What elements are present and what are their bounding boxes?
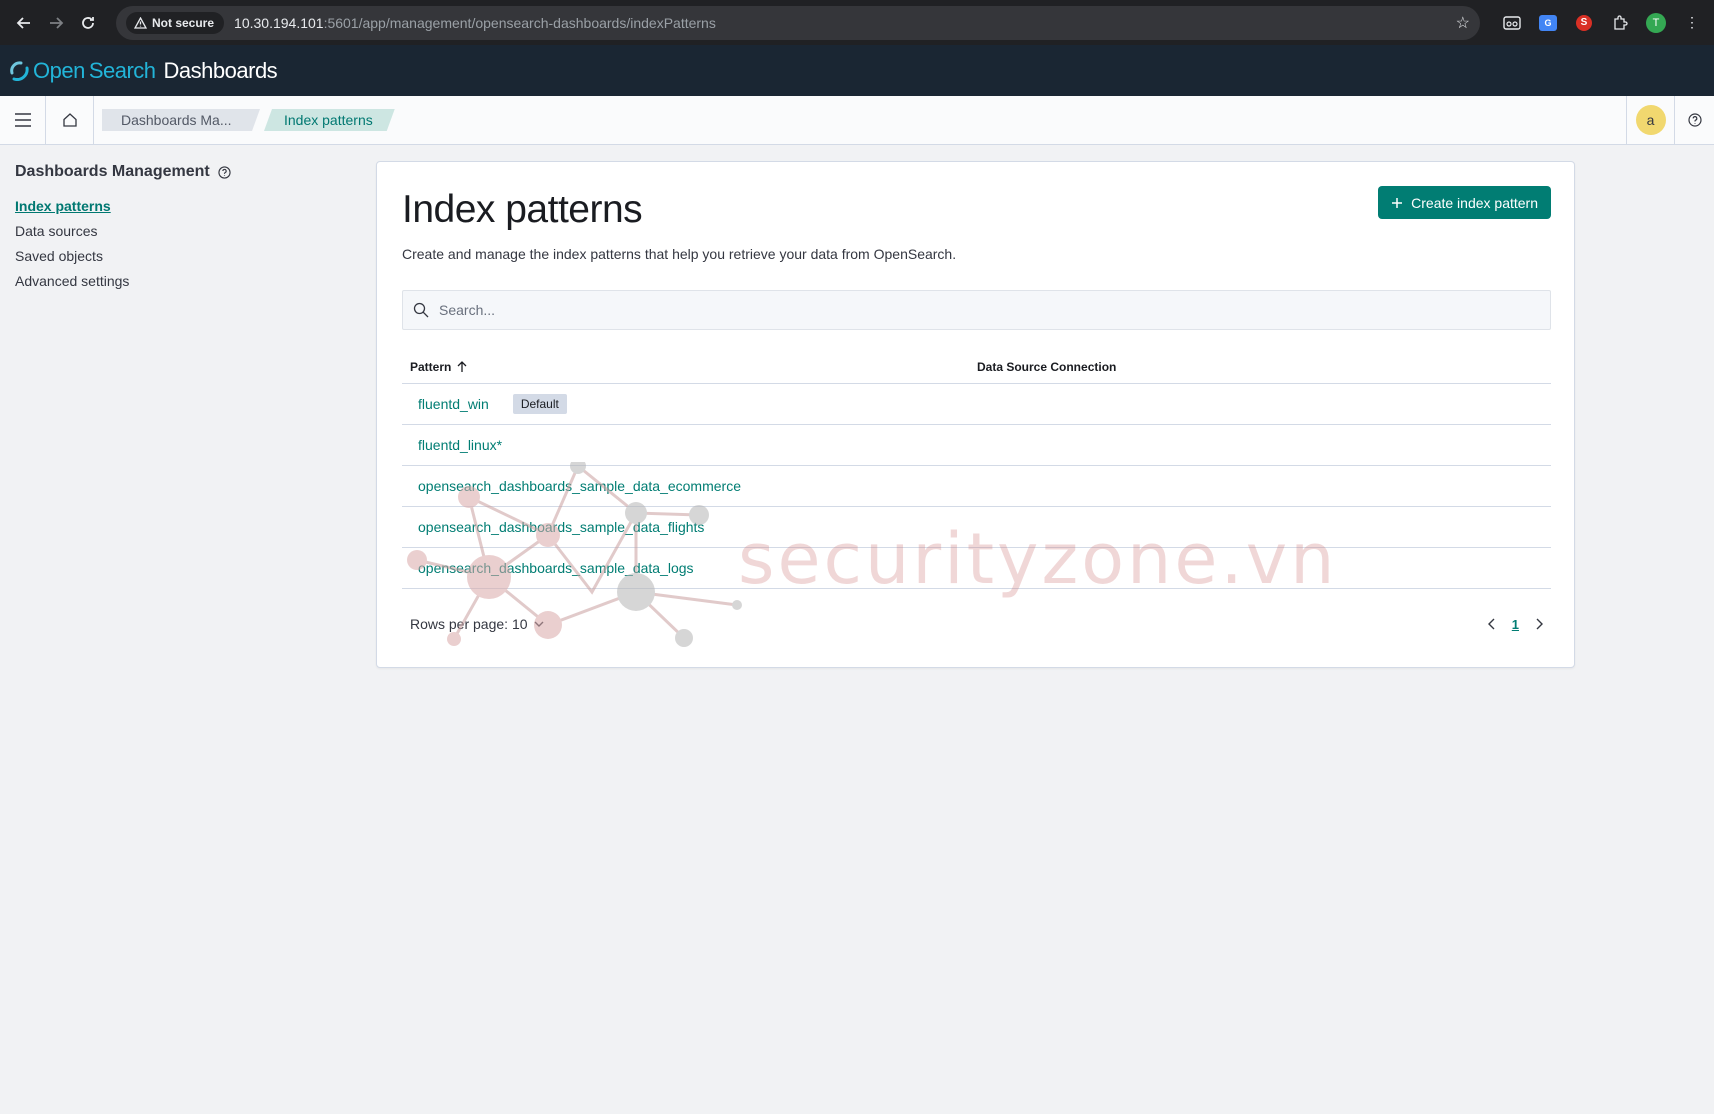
arrow-right-icon <box>50 16 64 29</box>
page-title: Index patterns <box>402 188 643 231</box>
url-path: :5601/app/management/opensearch-dashboar… <box>323 14 716 31</box>
opensearch-logo[interactable]: Open Search Dashboards <box>9 58 278 84</box>
plus-icon <box>1392 197 1403 208</box>
menu-button[interactable] <box>0 96 46 144</box>
avatar: a <box>1635 105 1666 135</box>
index-pattern-link[interactable]: opensearch_dashboards_sample_data_ecomme… <box>402 478 741 494</box>
extensions-puzzle-icon[interactable] <box>1606 9 1634 37</box>
incognito-extension-icon[interactable] <box>1498 9 1526 37</box>
not-secure-chip[interactable]: Not secure <box>126 11 225 34</box>
chevron-left-icon[interactable] <box>1487 618 1496 630</box>
index-pattern-link[interactable]: fluentd_win <box>402 396 489 412</box>
index-patterns-panel: Index patterns Create and manage the ind… <box>376 161 1575 668</box>
s-extension-icon[interactable]: S <box>1570 9 1598 37</box>
help-button[interactable] <box>1674 96 1714 144</box>
bookmark-star-icon[interactable]: ☆ <box>1456 13 1470 33</box>
index-pattern-link[interactable]: fluentd_linux* <box>402 437 502 453</box>
browser-menu-icon[interactable]: ⋮ <box>1678 9 1706 37</box>
search-icon <box>413 302 429 318</box>
url-host: 10.30.194.101 <box>234 14 324 31</box>
browser-toolbar: Not secure 10.30.194.101:5601/app/manage… <box>0 0 1714 45</box>
pagination: 1 <box>1487 617 1543 632</box>
user-menu[interactable]: a <box>1626 96 1674 144</box>
hamburger-icon <box>14 113 31 127</box>
sidebar-item-index-patterns[interactable]: Index patterns <box>15 194 315 219</box>
profile-button[interactable]: T <box>1642 9 1670 37</box>
sidebar-item-advanced-settings[interactable]: Advanced settings <box>15 269 315 294</box>
chevron-right-icon[interactable] <box>1535 618 1543 630</box>
breadcrumb-dashboards-management[interactable]: Dashboards Ma... <box>102 109 260 131</box>
address-bar[interactable]: Not secure 10.30.194.101:5601/app/manage… <box>116 5 1480 40</box>
chevron-down-icon <box>534 621 544 627</box>
breadcrumb-bar: Dashboards Ma... Index patterns a <box>0 96 1714 145</box>
breadcrumb-index-patterns: Index patterns <box>264 109 395 131</box>
table-row: fluentd_win Default <box>402 384 1551 425</box>
sidebar: Dashboards Management Index patterns Dat… <box>15 163 315 294</box>
index-patterns-table: Pattern Data Source Connection fluentd_w… <box>402 351 1551 589</box>
reload-button[interactable] <box>72 7 104 39</box>
reload-icon <box>82 16 94 29</box>
translate-extension-icon[interactable]: G <box>1534 9 1562 37</box>
profile-avatar: T <box>1646 12 1666 33</box>
sidebar-title: Dashboards Management <box>15 163 315 181</box>
warning-icon <box>134 16 147 29</box>
sidebar-item-saved-objects[interactable]: Saved objects <box>15 244 315 269</box>
arrow-left-icon <box>16 16 30 29</box>
home-icon <box>62 113 77 127</box>
index-pattern-link[interactable]: opensearch_dashboards_sample_data_flight… <box>402 519 704 535</box>
table-row: opensearch_dashboards_sample_data_logs <box>402 548 1551 589</box>
help-icon[interactable] <box>218 165 231 179</box>
sort-ascending-icon <box>457 361 467 372</box>
forward-button[interactable] <box>40 7 72 39</box>
breadcrumb: Dashboards Ma... Index patterns <box>102 109 395 131</box>
page-number-button[interactable]: 1 <box>1512 617 1519 632</box>
rows-per-page-select[interactable]: Rows per page: 10 <box>402 616 544 632</box>
home-button[interactable] <box>46 96 94 144</box>
search-input[interactable] <box>439 302 1439 318</box>
help-icon <box>1687 113 1702 127</box>
not-secure-label: Not secure <box>152 15 215 30</box>
table-row: opensearch_dashboards_sample_data_flight… <box>402 507 1551 548</box>
back-button[interactable] <box>8 7 40 39</box>
create-index-pattern-button[interactable]: Create index pattern <box>1378 186 1551 219</box>
column-header-pattern[interactable]: Pattern <box>402 360 977 374</box>
table-row: fluentd_linux* <box>402 425 1551 466</box>
table-row: opensearch_dashboards_sample_data_ecomme… <box>402 466 1551 507</box>
column-header-data-source: Data Source Connection <box>977 360 1117 374</box>
search-bar <box>402 290 1551 330</box>
app-header: Open Search Dashboards <box>0 45 1714 96</box>
table-header: Pattern Data Source Connection <box>402 351 1551 384</box>
default-badge: Default <box>512 394 567 414</box>
sidebar-item-data-sources[interactable]: Data sources <box>15 219 315 244</box>
page-description: Create and manage the index patterns tha… <box>402 246 957 262</box>
pagination-bar: Rows per page: 10 1 <box>402 609 1551 639</box>
opensearch-logo-icon <box>10 60 29 81</box>
index-pattern-link[interactable]: opensearch_dashboards_sample_data_logs <box>402 560 694 576</box>
